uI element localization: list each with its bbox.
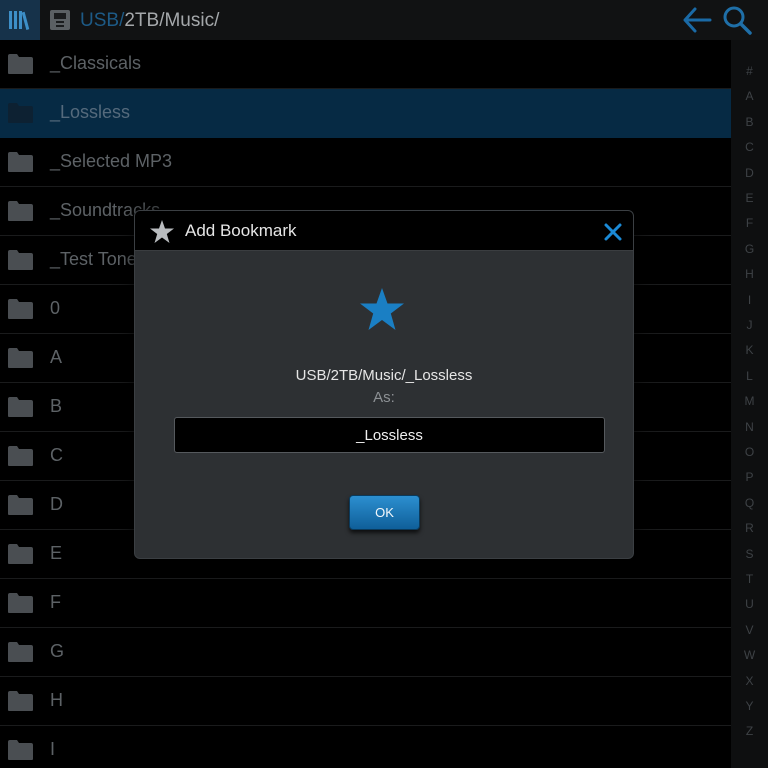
star-icon xyxy=(150,220,174,243)
index-letter[interactable]: D xyxy=(731,166,768,180)
search-icon xyxy=(723,6,752,35)
folder-name: _Selected MP3 xyxy=(50,151,173,171)
folder-icon xyxy=(8,250,33,270)
folder-icon xyxy=(8,54,33,74)
folder-name: D xyxy=(50,494,63,514)
index-letter[interactable]: L xyxy=(731,369,768,383)
folder-icon xyxy=(8,103,33,123)
alphabet-index[interactable]: # A B C D E F G H I J K L M N O P Q R S T U V W X Y Z xyxy=(731,40,768,768)
index-letter[interactable]: U xyxy=(731,597,768,611)
index-letter[interactable]: P xyxy=(731,470,768,484)
index-letter[interactable]: E xyxy=(731,191,768,205)
index-letter[interactable]: M xyxy=(731,394,768,408)
list-item[interactable]: I xyxy=(0,726,731,768)
folder-name: I xyxy=(50,739,56,759)
folder-icon xyxy=(8,201,33,221)
folder-name: H xyxy=(50,690,63,710)
folder-name: G xyxy=(50,641,65,661)
list-item[interactable]: _Classicals xyxy=(0,40,731,89)
folder-icon xyxy=(8,544,33,564)
index-letter[interactable]: G xyxy=(731,242,768,256)
close-icon[interactable] xyxy=(602,221,624,243)
index-letter[interactable]: S xyxy=(731,547,768,561)
folder-icon xyxy=(8,495,33,515)
folder-icon xyxy=(8,299,33,319)
folder-name: _Classicals xyxy=(50,53,142,73)
breadcrumb[interactable]: USB/2TB/Music/ xyxy=(80,10,219,32)
index-letter[interactable]: W xyxy=(731,648,768,662)
folder-icon xyxy=(8,446,33,466)
index-letter[interactable]: V xyxy=(731,623,768,637)
folder-icon xyxy=(8,348,33,368)
back-button[interactable] xyxy=(682,6,712,34)
folder-icon xyxy=(8,593,33,613)
list-item[interactable]: _Selected MP3 xyxy=(0,138,731,187)
bookmark-path: USB/2TB/Music/_Lossless xyxy=(295,367,473,384)
index-letter[interactable]: # xyxy=(731,64,768,78)
folder-name: A xyxy=(50,347,63,367)
index-letter[interactable]: F xyxy=(731,216,768,230)
search-button[interactable] xyxy=(722,5,752,35)
folder-name: C xyxy=(50,445,63,465)
folder-name: B xyxy=(50,396,63,416)
folder-name: F xyxy=(50,592,61,612)
folder-name: 0 xyxy=(50,298,61,318)
list-item[interactable]: G xyxy=(0,628,731,677)
bookmark-name-input[interactable] xyxy=(174,417,605,453)
index-letter[interactable]: Y xyxy=(731,699,768,713)
folder-icon xyxy=(8,740,33,760)
index-letter[interactable]: O xyxy=(731,445,768,459)
index-letter[interactable]: B xyxy=(731,115,768,129)
folder-name: E xyxy=(50,543,63,563)
index-letter[interactable]: C xyxy=(731,140,768,154)
folder-name: _Test Tones xyxy=(50,249,146,269)
dialog-title: Add Bookmark xyxy=(185,221,297,240)
index-letter[interactable]: J xyxy=(731,318,768,332)
back-arrow-icon xyxy=(683,7,712,33)
index-letter[interactable]: A xyxy=(731,89,768,103)
index-letter[interactable]: Q xyxy=(731,496,768,510)
breadcrumb-root[interactable]: USB/ xyxy=(80,10,124,31)
index-letter[interactable]: K xyxy=(731,343,768,357)
folder-icon xyxy=(8,152,33,172)
list-item[interactable]: _Lossless xyxy=(0,89,731,138)
folder-icon xyxy=(8,642,33,662)
dialog-header: Add Bookmark xyxy=(135,211,633,251)
top-bar: USB/2TB/Music/ xyxy=(0,0,768,40)
breadcrumb-current[interactable]: 2TB/Music/ xyxy=(124,10,219,31)
index-letter[interactable]: Z xyxy=(731,724,768,738)
list-item[interactable]: F xyxy=(0,579,731,628)
usb-drive-icon xyxy=(50,10,70,30)
ok-button[interactable]: OK xyxy=(349,495,420,530)
bookmark-star-icon xyxy=(360,288,404,330)
index-letter[interactable]: T xyxy=(731,572,768,586)
folder-name: _Lossless xyxy=(50,102,131,122)
index-letter[interactable]: X xyxy=(731,674,768,688)
library-button[interactable] xyxy=(0,0,40,40)
folder-icon xyxy=(8,397,33,417)
index-letter[interactable]: H xyxy=(731,267,768,281)
add-bookmark-dialog: Add Bookmark USB/2TB/Music/_Lossless As:… xyxy=(134,210,634,559)
folder-icon xyxy=(8,691,33,711)
index-letter[interactable]: I xyxy=(731,293,768,307)
list-item[interactable]: H xyxy=(0,677,731,726)
index-letter[interactable]: N xyxy=(731,420,768,434)
library-icon xyxy=(9,11,30,30)
as-label: As: xyxy=(373,389,395,406)
index-letter[interactable]: R xyxy=(731,521,768,535)
